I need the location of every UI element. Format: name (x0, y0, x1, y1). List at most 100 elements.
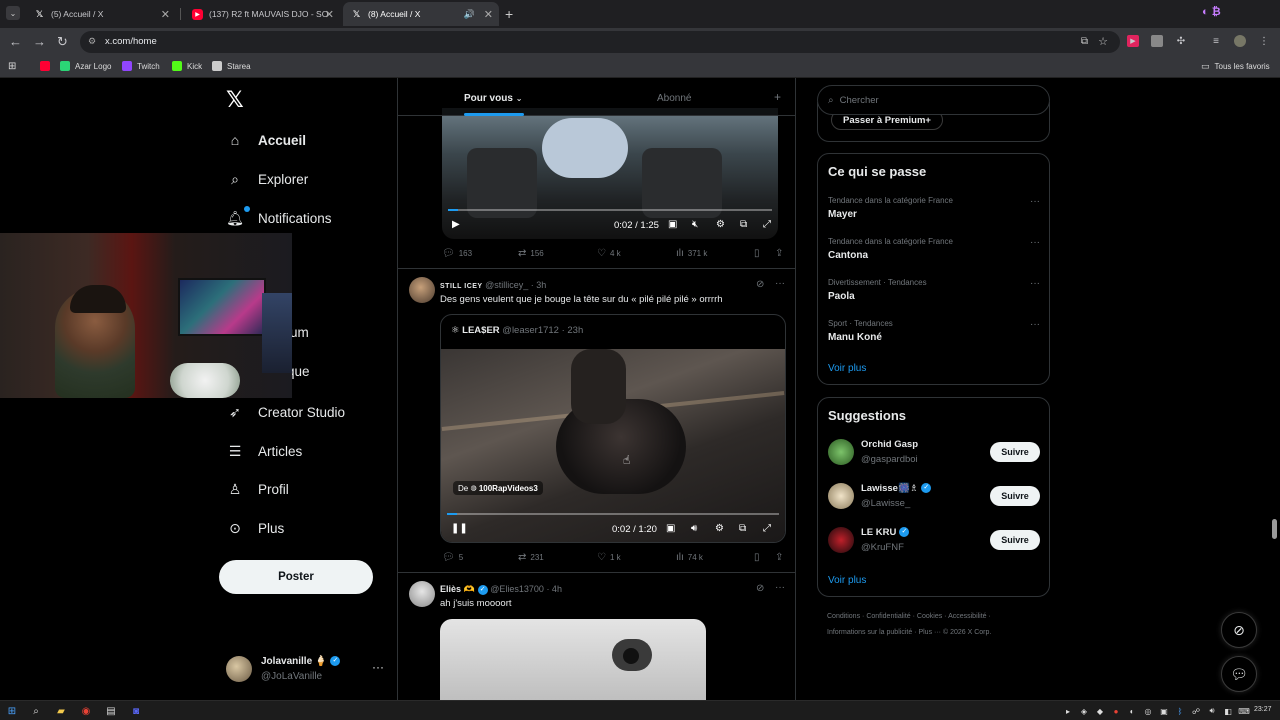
bookmark-button[interactable]: ▯ (754, 248, 764, 259)
tab-list-icon[interactable]: ≡ (1210, 35, 1222, 47)
tweet-image[interactable] (440, 619, 706, 700)
apps-grid-icon[interactable]: ⊞ (8, 61, 16, 72)
puzzle-icon[interactable]: ✣ (1175, 35, 1187, 47)
extension-icon[interactable]: ▶ (1127, 35, 1139, 47)
nav-item-home[interactable]: ⌂ Accueil (226, 131, 306, 149)
extension-icon[interactable] (1151, 35, 1163, 47)
grok-icon[interactable]: ⊘ (756, 583, 764, 594)
share-button[interactable]: ⇪ (775, 248, 787, 259)
messages-float-button[interactable]: 💬︎ (1221, 656, 1257, 692)
bookmark-button[interactable]: ▯ (754, 552, 764, 563)
suggestion-item[interactable]: Lawisse🎆♗ ✓ @Lawisse_ Suivre (828, 483, 1040, 517)
volume-icon[interactable]: 🔊︎ (691, 523, 697, 534)
like-button[interactable]: ♡ 4 k (597, 248, 621, 259)
tray-icon[interactable]: ▸ (1062, 705, 1074, 717)
nav-item-premium[interactable]: um (290, 325, 309, 340)
views-button[interactable]: ılı 371 k (676, 248, 707, 259)
install-app-icon[interactable]: ⧉ (1081, 36, 1088, 47)
pip-icon[interactable]: ⧉ (739, 523, 746, 534)
captions-icon[interactable]: ▣ (668, 219, 677, 230)
site-info-icon[interactable]: ⚙ (88, 36, 96, 47)
add-feed-icon[interactable]: + (774, 90, 781, 104)
chrome-icon[interactable]: ◉ (80, 705, 92, 717)
follow-button[interactable]: Suivre (990, 442, 1040, 462)
footer-link[interactable]: Cookies (917, 613, 942, 620)
all-bookmarks[interactable]: ▭ Tous les favoris (1201, 61, 1270, 72)
reply-button[interactable]: 💬︎ 163 (442, 248, 472, 259)
app-icon[interactable]: ▤ (105, 705, 117, 717)
keyboard-icon[interactable]: ⌨ (1238, 705, 1250, 717)
repost-button[interactable]: ⇄ 156 (518, 248, 544, 259)
close-icon[interactable]: ✕ (325, 8, 334, 21)
x-logo-icon[interactable]: 𝕏 (226, 87, 244, 113)
tab-for-you[interactable]: Pour vous ⌄ (464, 93, 522, 104)
avatar[interactable] (1234, 35, 1246, 47)
speaker-icon[interactable]: 🔊 (464, 9, 475, 20)
views-button[interactable]: ılı 74 k (676, 552, 703, 563)
discord-icon[interactable]: ◙ (130, 705, 142, 717)
play-icon[interactable]: ▶ (452, 219, 460, 230)
footer-link[interactable]: Conditions (827, 613, 860, 620)
suggestion-item[interactable]: Orchid Gasp @gaspardboi Suivre (828, 439, 1040, 473)
fullscreen-icon[interactable]: ⤢ (763, 219, 771, 230)
tweet-time[interactable]: · 3h (531, 280, 547, 290)
volume-icon[interactable]: 🔊︎ (1206, 705, 1218, 717)
bookmark-item[interactable]: Kick (172, 61, 202, 71)
repost-button[interactable]: ⇄ 231 (518, 552, 544, 563)
pause-icon[interactable]: ❚❚ (451, 523, 468, 534)
new-tab-button[interactable]: + (505, 6, 513, 22)
video-source-chip[interactable]: De ◍ 100RapVideos3 (453, 481, 543, 495)
footer-link[interactable]: Confidentialité (866, 613, 910, 620)
tweet-author[interactable]: Eliès 🫶 (440, 584, 475, 594)
more-dots-icon[interactable]: ··· (1030, 196, 1040, 207)
fullscreen-icon[interactable]: ⤢ (763, 523, 771, 534)
page-scrollbar[interactable] (1272, 519, 1277, 539)
bluetooth-icon[interactable]: ᛒ (1174, 705, 1186, 717)
bookmark-youtube[interactable] (40, 61, 55, 71)
trends-see-more-link[interactable]: Voir plus (828, 363, 866, 374)
tweet-handle[interactable]: @stillicey_ (485, 280, 528, 290)
quote-video[interactable]: De ◍ 100RapVideos3 ☝ ❚❚ 0:02 / 1:20 ▣ 🔊︎… (441, 349, 785, 542)
pip-icon[interactable]: ⧉ (740, 219, 747, 230)
more-dots-icon[interactable]: ··· (775, 582, 785, 593)
tweet-handle[interactable]: @Elies13700 (490, 584, 544, 594)
browser-tab-3[interactable]: 𝕏 (8) Accueil / X 🔊 ✕ (343, 2, 499, 26)
suggestions-see-more-link[interactable]: Voir plus (828, 575, 866, 586)
more-dots-icon[interactable]: ··· (372, 660, 384, 674)
address-bar[interactable]: ⚙ x.com/home ⧉ ☆ (80, 31, 1120, 53)
post-button[interactable]: Poster (219, 560, 373, 594)
settings-icon[interactable]: ⚙ (715, 523, 724, 534)
follow-button[interactable]: Suivre (990, 530, 1040, 550)
grok-icon[interactable]: ⊘ (756, 279, 764, 290)
video-progress-bar[interactable] (447, 513, 779, 515)
like-button[interactable]: ♡ 1 k (597, 552, 621, 563)
footer-link[interactable]: Accessibilité (948, 613, 987, 620)
tweet-time[interactable]: · 4h (546, 584, 562, 594)
back-icon[interactable]: ← (9, 34, 22, 49)
more-dots-icon[interactable]: ··· (775, 278, 785, 289)
tray-icon[interactable]: ● (1110, 705, 1122, 717)
more-dots-icon[interactable]: ··· (1030, 319, 1040, 330)
tray-icon[interactable]: ◆ (1094, 705, 1106, 717)
nav-item-more[interactable]: ⊙ Plus (226, 519, 284, 537)
more-dots-icon[interactable]: ··· (1030, 278, 1040, 289)
forward-icon[interactable]: → (33, 34, 46, 49)
avatar[interactable] (409, 277, 435, 303)
account-switcher[interactable]: Jolavanille 🍦 ✓ @JoLaVanille ··· (226, 654, 386, 688)
trend-item[interactable]: Divertissement · Tendances Paola ··· (828, 278, 1040, 312)
avatar[interactable] (409, 581, 435, 607)
settings-icon[interactable]: ⚙ (716, 219, 725, 230)
reply-button[interactable]: 💬︎ 5 (442, 552, 463, 563)
footer-link[interactable]: Plus ··· (918, 629, 941, 636)
nav-item-profile[interactable]: ♙ Profil (226, 480, 289, 498)
trend-item[interactable]: Tendance dans la catégorie France Canton… (828, 237, 1040, 271)
close-icon[interactable]: ✕ (484, 8, 493, 21)
tray-icon[interactable]: ◎ (1142, 705, 1154, 717)
browser-tab-1[interactable]: 𝕏 (5) Accueil / X ✕ (26, 2, 176, 26)
follow-button[interactable]: Suivre (990, 486, 1040, 506)
search-icon[interactable]: ⌕ (30, 705, 42, 717)
bookmark-star-icon[interactable]: ☆ (1098, 35, 1108, 48)
trend-item[interactable]: Sport · Tendances Manu Koné ··· (828, 319, 1040, 353)
nav-item-explore[interactable]: ⌕ Explorer (226, 170, 308, 188)
tweet-author[interactable]: STILL ICEY (440, 283, 483, 290)
